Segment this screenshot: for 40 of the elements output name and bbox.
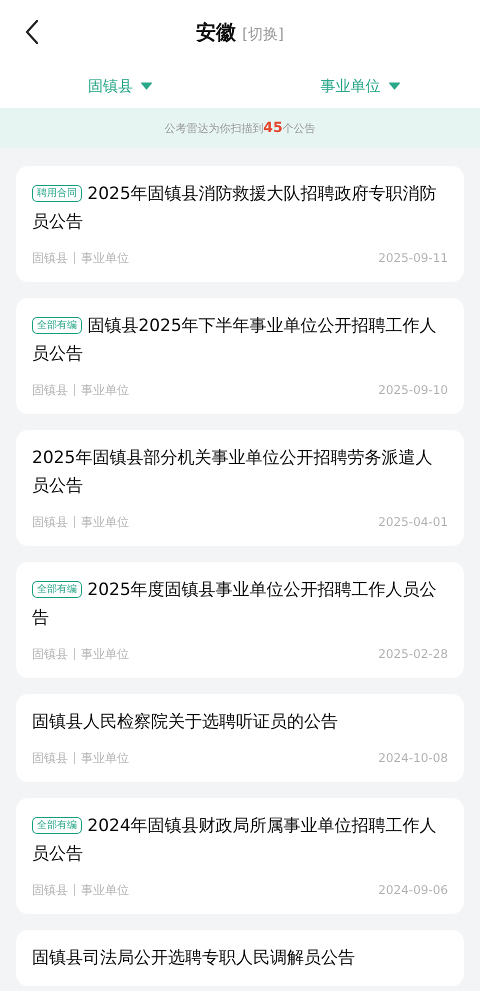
caret-icon [388, 82, 400, 90]
announcement-title: 固镇县司法局公开选聘专职人民调解员公告 [32, 947, 356, 970]
publish-date: 2025-02-28 [378, 646, 448, 663]
announcement-title: 聘用合同 2025年固镇县消防救援大队招聘政府专职消防员公告 [32, 183, 438, 234]
region-label: 固镇县 [32, 882, 68, 899]
announcement-title: 全部有编 2025年度固镇县事业单位公开招聘工作人员公告 [32, 579, 438, 630]
announcement-title: 全部有编 2024年固镇县财政局所属事业单位招聘工作人员公告 [32, 815, 438, 866]
announcement-card[interactable]: 固镇县人民检察院关于选聘听证员的公告 固镇县 事业单位 2024-10-08 [16, 694, 464, 782]
announcement-card[interactable]: 全部有编 2024年固镇县财政局所属事业单位招聘工作人员公告 固镇县 事业单位 2024-09-06 [16, 798, 464, 914]
caret-icon [141, 82, 152, 90]
category-label: 事业单位 [81, 882, 129, 899]
page-title: 安徽 [196, 18, 236, 46]
announcement-card[interactable]: 全部有编 2025年度固镇县事业单位公开招聘工作人员公告 固镇县 事业单位 2025-02-28 [16, 562, 464, 678]
scan-notice: 公考雷达为你扫描到45个公告 [0, 108, 480, 148]
tag-label: 聘用合同 [32, 185, 82, 202]
tag-label: 全部有编 [32, 817, 82, 834]
announcement-title: 2025年固镇县部分机关事业单位公开招聘劳务派遣人员公告 [32, 447, 434, 498]
region-label: 固镇县 [32, 250, 68, 267]
publish-date: 2025-04-01 [378, 514, 448, 531]
announcement-title: 全部有编 固镇县2025年下半年事业单位公开招聘工作人员公告 [32, 315, 438, 366]
announcement-card[interactable]: 全部有编 固镇县2025年下半年事业单位公开招聘工作人员公告 固镇县 事业单位 2025-09-10 [16, 298, 464, 414]
category-label: 事业单位 [81, 514, 129, 531]
category-label: 事业单位 [81, 382, 129, 399]
publish-date: 2025-09-10 [378, 382, 448, 399]
category-label: 事业单位 [81, 750, 129, 767]
region-label: 固镇县 [32, 646, 68, 663]
region-label: 固镇县 [32, 514, 68, 531]
publish-date: 2024-09-06 [378, 882, 448, 899]
category-label: 事业单位 [81, 250, 129, 267]
announcement-card[interactable]: 2025年固镇县部分机关事业单位公开招聘劳务派遣人员公告 固镇县 事业单位 2025-04-01 [16, 430, 464, 546]
region-label: 固镇县 [32, 382, 68, 399]
category-label: 事业单位 [81, 646, 129, 663]
region-label: 固镇县 [32, 750, 68, 767]
tag-label: 全部有编 [32, 581, 82, 598]
announcement-card[interactable]: 聘用合同 2025年固镇县消防救援大队招聘政府专职消防员公告 固镇县 事业单位 2025-09-11 [16, 166, 464, 282]
announcement-card[interactable]: 固镇县司法局公开选聘专职人民调解员公告 [16, 930, 464, 986]
publish-date: 2024-10-08 [378, 750, 448, 767]
publish-date: 2025-09-11 [378, 250, 448, 267]
tag-label: 全部有编 [32, 317, 82, 334]
announcement-title: 固镇县人民检察院关于选聘听证员的公告 [32, 711, 339, 734]
